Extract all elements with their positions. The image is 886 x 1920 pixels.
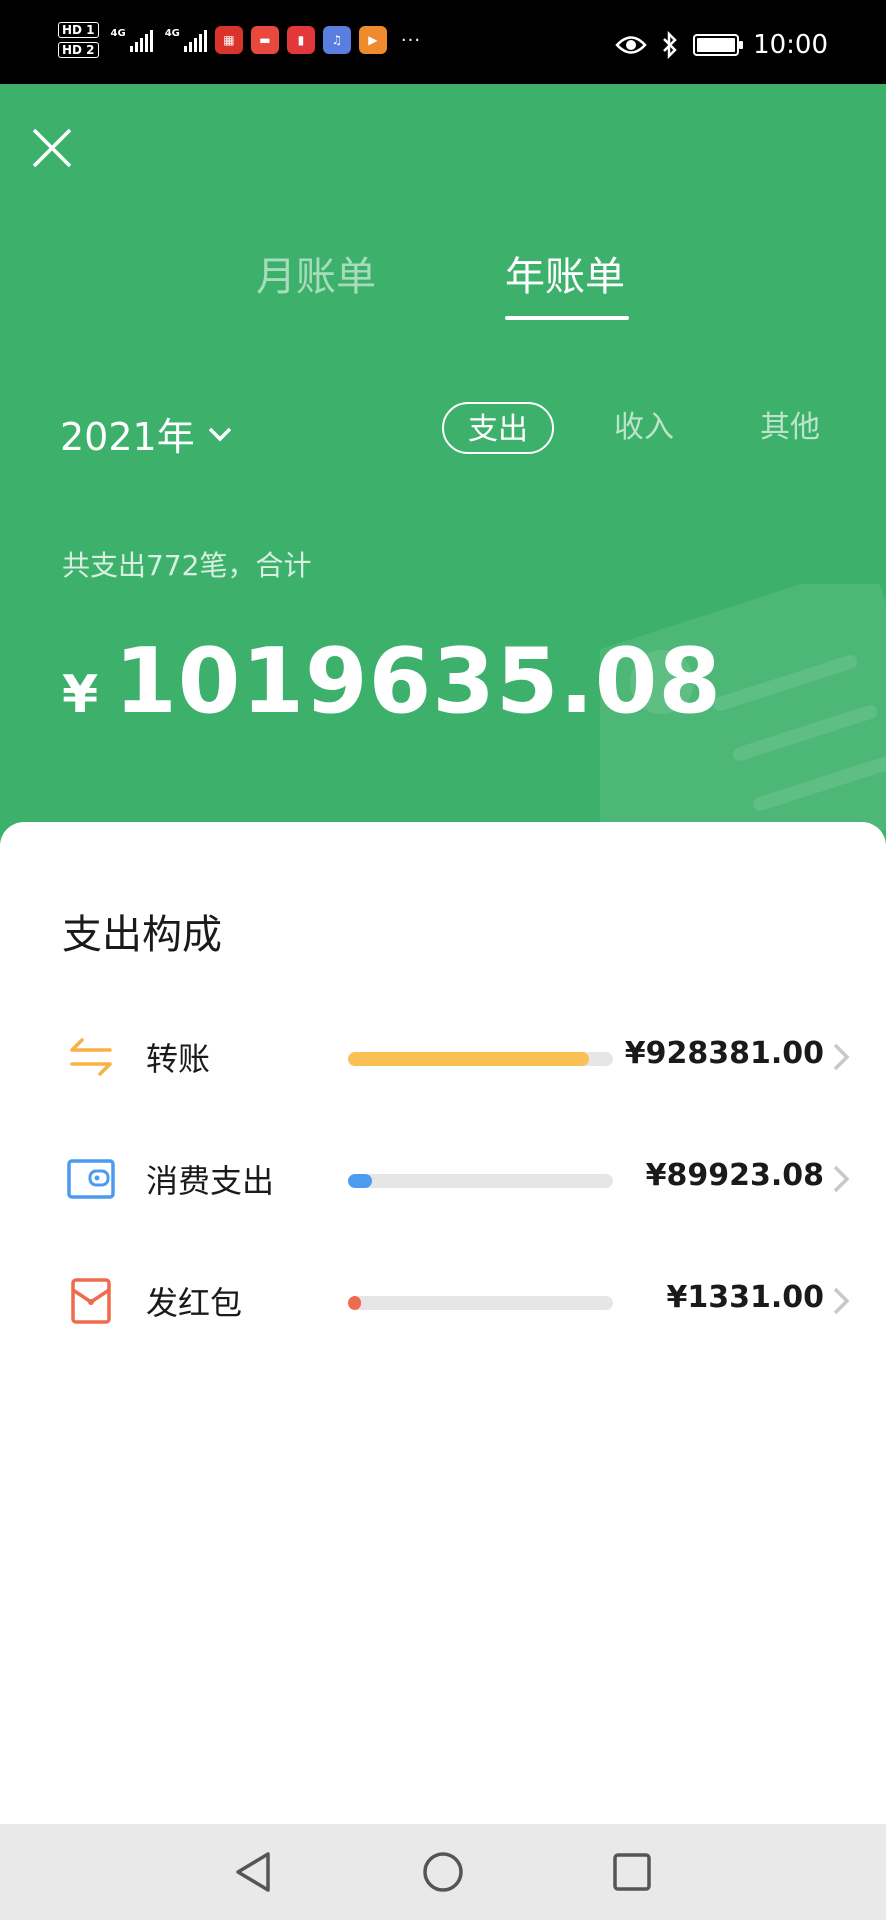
book-app-icon: ▮ [286, 26, 315, 54]
wallet-icon [67, 1159, 115, 1199]
music-app-icon: ♫ [322, 26, 351, 54]
progress-track [348, 1052, 613, 1066]
tab-monthly-bill[interactable]: 月账单 [256, 244, 376, 302]
bluetooth-icon [663, 31, 677, 59]
sim-indicators: HD 1 HD 2 [58, 22, 99, 58]
eye-icon [615, 36, 647, 54]
total-amount: ¥ 1019635.08 [62, 629, 722, 734]
signal-icon: 4G [111, 28, 153, 52]
composition-row-consumption[interactable]: 消费支出 ¥89923.08 [0, 1124, 886, 1234]
app-notification-icon: ▦ [214, 26, 243, 54]
row-label: 转账 [146, 1040, 211, 1078]
status-left: HD 1 HD 2 4G 4G ▦ ▬ ▮ ♫ ▶ ··· [58, 22, 421, 58]
signal-icon: 4G [165, 28, 207, 52]
progress-track [348, 1174, 613, 1188]
recents-icon[interactable] [606, 1846, 658, 1898]
status-bar: HD 1 HD 2 4G 4G ▦ ▬ ▮ ♫ ▶ ··· 10:00 [0, 0, 886, 84]
expense-composition-card: 支出构成 转账 ¥928381.00 消费支出 ¥89923.08 发红包 ¥1… [0, 822, 886, 1824]
app-notification-icon: ▬ [250, 26, 279, 54]
chevron-right-icon [833, 1043, 850, 1071]
video-app-icon: ▶ [358, 26, 387, 54]
composition-row-transfer[interactable]: 转账 ¥928381.00 [0, 1002, 886, 1112]
status-right: 10:00 [615, 30, 828, 60]
sim2-badge: HD 2 [58, 42, 99, 58]
back-icon[interactable] [228, 1846, 280, 1898]
filter-expense[interactable]: 支出 [442, 402, 554, 454]
sim1-badge: HD 1 [58, 22, 99, 38]
row-label: 发红包 [146, 1284, 243, 1322]
bill-header: 月账单 年账单 2021年 支出 收入 其他 共支出772笔，合计 ¥ 1019… [0, 84, 886, 844]
transfer-icon [70, 1038, 112, 1076]
system-nav-bar [0, 1824, 886, 1920]
row-amount: ¥928381.00 [624, 1036, 824, 1071]
progress-fill [348, 1296, 362, 1310]
progress-track [348, 1296, 613, 1310]
currency-symbol: ¥ [62, 665, 99, 725]
home-icon[interactable] [417, 1846, 469, 1898]
row-amount: ¥1331.00 [666, 1280, 824, 1315]
expense-summary: 共支出772笔，合计 [62, 549, 312, 582]
red-envelope-icon [71, 1278, 111, 1324]
year-selector[interactable]: 2021年 [60, 406, 233, 461]
chevron-right-icon [833, 1165, 850, 1193]
chevron-right-icon [833, 1287, 850, 1315]
active-tab-indicator [505, 316, 629, 320]
battery-icon [693, 34, 744, 56]
progress-fill [348, 1052, 590, 1066]
progress-fill [348, 1174, 372, 1188]
clock: 10:00 [753, 30, 828, 60]
composition-title: 支出构成 [62, 912, 222, 958]
filter-income[interactable]: 收入 [614, 402, 674, 454]
chevron-down-icon [208, 427, 231, 441]
row-label: 消费支出 [146, 1162, 275, 1200]
total-value: 1019635.08 [114, 629, 722, 734]
more-notifications-icon: ··· [400, 29, 422, 51]
composition-row-red-envelope[interactable]: 发红包 ¥1331.00 [0, 1246, 886, 1356]
close-icon[interactable] [30, 126, 74, 170]
row-amount: ¥89923.08 [645, 1158, 824, 1193]
year-label: 2021年 [60, 415, 195, 459]
filter-other[interactable]: 其他 [760, 402, 820, 454]
tab-yearly-bill[interactable]: 年账单 [505, 244, 625, 302]
